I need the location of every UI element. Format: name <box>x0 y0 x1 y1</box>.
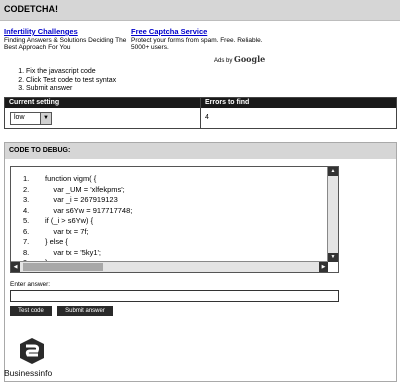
code-line: 4. var s6Yw = 917717748; <box>23 206 132 217</box>
ad-title-link[interactable]: Infertility Challenges <box>4 28 129 36</box>
line-number: 3. <box>23 195 30 204</box>
ad-title-link[interactable]: Free Captcha Service <box>131 28 266 36</box>
settings-table: Current setting Errors to find low ▼ 4 <box>4 97 397 129</box>
vertical-scrollbar[interactable]: ▲ ▼ <box>327 167 338 262</box>
page-title: CODETCHA! <box>4 4 58 14</box>
code-line: 6. var tx = 7f; <box>23 227 132 238</box>
current-setting-header: Current setting <box>9 99 60 106</box>
ad-captcha[interactable]: Free Captcha Service Protect your forms … <box>131 28 266 52</box>
scroll-up-icon[interactable]: ▲ <box>328 167 338 176</box>
code-text: var _i = 267919123 <box>45 195 118 204</box>
google-brand: Google <box>234 54 266 64</box>
scroll-down-icon[interactable]: ▼ <box>328 253 338 262</box>
code-line: 8. var tx = '5ky1'; <box>23 248 132 259</box>
instructions-list: Fix the javascript code Click Test code … <box>14 68 116 94</box>
code-text: var tx = '5ky1'; <box>45 247 102 257</box>
ads-by-google[interactable]: Ads by Google <box>214 54 265 64</box>
ads-by-label: Ads by <box>214 58 233 64</box>
code-textarea[interactable]: 1. function vigm( { 2. var _UM = 'xlfekpm… <box>10 166 339 273</box>
answer-input[interactable] <box>10 290 339 302</box>
code-line: 1. function vigm( { <box>23 174 132 185</box>
instruction-step: Submit answer <box>26 85 116 94</box>
answer-label: Enter answer: <box>10 281 51 288</box>
logo-text: Businessinfo <box>4 368 53 378</box>
ad-text: Protect your forms from spam. Free. Reli… <box>131 36 263 52</box>
line-number: 6. <box>23 226 30 236</box>
scroll-thumb[interactable] <box>23 263 103 271</box>
line-number: 2. <box>23 184 30 194</box>
logo-mark-icon <box>20 338 44 364</box>
code-text: var tx = 7f; <box>45 226 89 236</box>
line-number: 4. <box>23 205 30 215</box>
instruction-step: Click Test code to test syntax <box>26 77 116 86</box>
code-line: 5. if (_i > s6Yw) { <box>23 216 132 227</box>
scroll-left-icon[interactable]: ◀ <box>11 262 20 272</box>
code-text: if (_i > s6Yw) { <box>45 216 94 225</box>
difficulty-select[interactable]: low ▼ <box>10 112 52 125</box>
debug-header: CODE TO DEBUG: <box>5 143 396 159</box>
code-line: 2. var _UM = 'xlfekpms'; <box>23 185 132 196</box>
code-text: var s6Yw = 917717748; <box>45 205 133 215</box>
debug-title: CODE TO DEBUG: <box>9 147 71 154</box>
difficulty-value: low <box>14 114 25 121</box>
chevron-down-icon[interactable]: ▼ <box>40 113 51 124</box>
title-bar: CODETCHA! <box>0 0 400 21</box>
test-code-button[interactable]: Test code <box>10 306 52 316</box>
code-lines: 1. function vigm( { 2. var _UM = 'xlfekpm… <box>23 174 132 269</box>
code-text: function vigm( { <box>45 174 97 183</box>
ad-infertility[interactable]: Infertility Challenges Finding Answers &… <box>4 28 129 52</box>
line-number: 7. <box>23 237 30 246</box>
instruction-step: Fix the javascript code <box>26 68 116 77</box>
scroll-right-icon[interactable]: ▶ <box>319 262 328 272</box>
errors-header: Errors to find <box>205 99 250 106</box>
errors-count: 4 <box>205 114 209 121</box>
horizontal-scrollbar[interactable]: ◀ ▶ <box>11 261 328 272</box>
businessinfo-logo: Businessinfo <box>4 336 84 384</box>
line-number: 5. <box>23 216 30 225</box>
line-number: 8. <box>23 247 30 257</box>
column-divider <box>200 98 201 128</box>
code-line: 3. var _i = 267919123 <box>23 195 132 206</box>
ad-text: Finding Answers & Solutions Deciding The… <box>4 36 127 52</box>
submit-answer-button[interactable]: Submit answer <box>57 306 113 316</box>
line-number: 1. <box>23 174 30 183</box>
code-text: } else { <box>45 237 68 246</box>
code-line: 7. } else { <box>23 237 132 248</box>
code-text: var _UM = 'xlfekpms'; <box>45 184 125 194</box>
